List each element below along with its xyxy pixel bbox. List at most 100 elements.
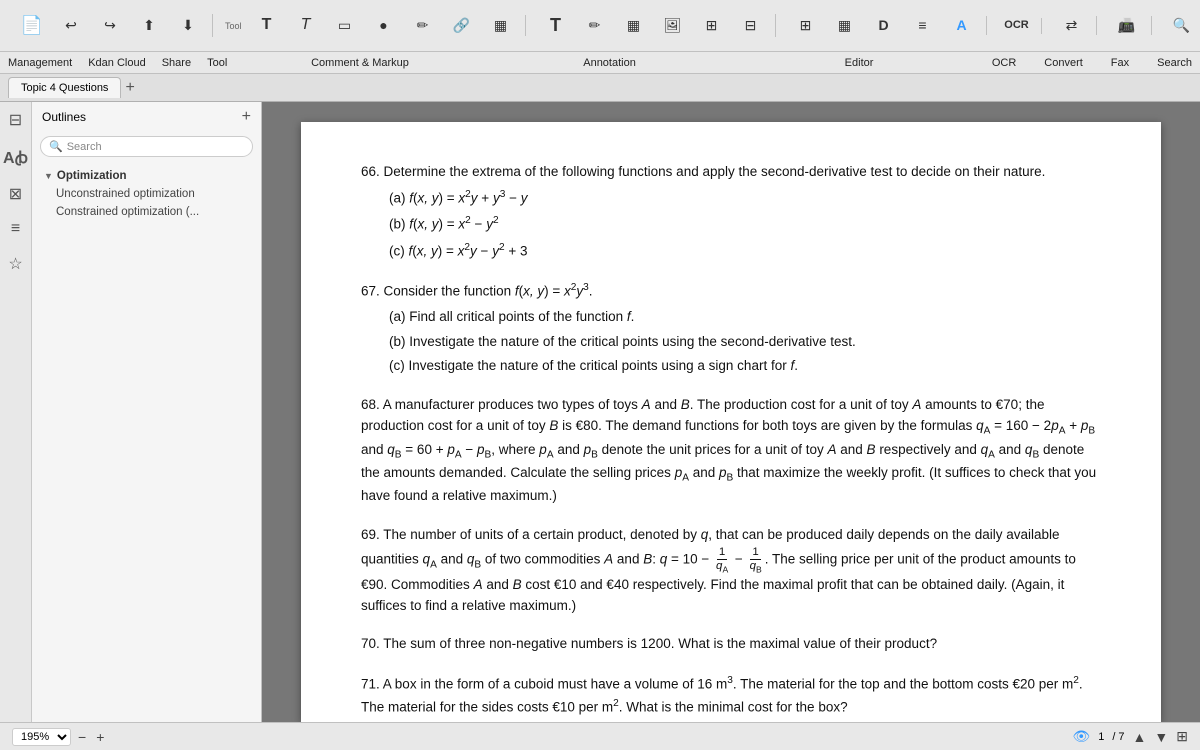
bookmark-icon[interactable]: ☆ [8,254,22,274]
annotation-table-btn[interactable]: ▦ [616,16,652,35]
problem-69-text: 69. The number of units of a certain pro… [361,525,1101,616]
text-style-btn[interactable]: T [288,15,324,36]
editor-a-btn[interactable]: A [944,16,980,35]
problem-67: 67. Consider the function f(x, y) = x2y3… [361,280,1101,377]
annotation-text-icon: T [550,16,561,34]
eye-icon[interactable]: 👁 [1072,728,1090,745]
bottom-bar: 195% 100% 150% − + 👁 1 / 7 ▲ ▼ ⊞ [0,722,1200,750]
circle-tool-icon: ● [379,18,387,32]
editor-list-btn[interactable]: ≡ [905,16,941,35]
fax-btn[interactable]: 📠 [1109,16,1145,35]
menu-tool[interactable]: Tool [207,57,227,69]
problem-67a: (a) Find all critical points of the func… [389,307,1101,328]
tree-item-optimization[interactable]: ▼ Optimization [32,167,261,185]
page-up-btn[interactable]: ▲ [1133,729,1147,745]
annotation-grid-btn[interactable]: ⊞ [694,16,730,35]
expand-btn[interactable]: ⊞ [1176,728,1188,745]
tree-item-unconstrained[interactable]: Unconstrained optimization [32,185,261,203]
undo-btn[interactable]: ↩ [53,16,89,35]
main-area: ⊟ Aꞗ ⊠ ≡ ☆ Outlines + 🔍 Search ▼ Optimiz… [0,102,1200,722]
annotation-grid2-btn[interactable]: ⊟ [733,16,769,35]
circle-tool-btn[interactable]: ● [366,16,402,35]
problem-66-text: 66. Determine the extrema of the followi… [361,162,1101,183]
toolbar-group-editor: ⊞ ▦ D ≡ A [782,16,987,35]
annotation-pen-btn[interactable]: ✏ [577,16,613,35]
editor-d-icon: D [878,18,888,32]
fax-icon: 📠 [1118,18,1135,32]
annotation-text-btn[interactable]: T [538,14,574,37]
page-down-btn[interactable]: ▼ [1154,729,1168,745]
problem-70: 70. The sum of three non-negative number… [361,634,1101,655]
tree-arrow-optimization: ▼ [44,171,53,181]
problem-68-text: 68. A manufacturer produces two types of… [361,395,1101,507]
problem-66a: (a) f(x, y) = x2y + y3 − y [389,187,1101,209]
link-tool-icon: 🔗 [453,18,470,32]
tree-label-optimization: Optimization [57,170,127,182]
menu-editor: Editor [742,57,976,69]
list-icon[interactable]: ≡ [11,220,20,238]
toolbar-group-annotation: T ✏ ▦ 🖼 ⊞ ⊟ [532,14,776,37]
sidebar-search-container[interactable]: 🔍 Search [40,136,253,157]
new-doc-btn[interactable]: 📄 [14,14,50,37]
sidebar-add-btn[interactable]: + [242,108,251,126]
menu-fax: Fax [1111,57,1129,69]
stamp-tool-btn[interactable]: ▦ [483,16,519,35]
menu-kdan-cloud[interactable]: Kdan Cloud [88,57,146,69]
tab-add-btn[interactable]: + [125,79,134,97]
problem-66c: (c) f(x, y) = x2y − y2 + 3 [389,240,1101,262]
problem-70-text: 70. The sum of three non-negative number… [361,634,1101,655]
editor-grid-icon: ⊞ [800,18,812,32]
zoom-plus-btn[interactable]: + [93,729,107,745]
page-thumbnail-icon[interactable]: ⊟ [9,110,22,130]
layout-icon[interactable]: ⊠ [9,184,22,204]
problem-66b: (b) f(x, y) = x2 − y2 [389,213,1101,235]
toolbar-group-file: 📄 ↩ ↪ ⬆ ⬇ [8,14,213,37]
page-navigation: 👁 1 / 7 ▲ ▼ ⊞ [1072,728,1188,745]
menu-share[interactable]: Share [162,57,191,69]
sidebar-icon-rail: ⊟ Aꞗ ⊠ ≡ ☆ [0,102,32,722]
toolbar-group-comment: Tool T T ▭ ● ✏ 🔗 ▦ [219,15,526,36]
toolbar-group-fax: 📠 [1103,16,1152,35]
download-btn[interactable]: ⬇ [170,16,206,35]
tree-label-constrained: Constrained optimization (... [56,206,199,218]
problem-67b: (b) Investigate the nature of the critic… [389,332,1101,353]
text-icon[interactable]: Aꞗ [3,146,28,168]
ocr-icon: OCR [1004,20,1028,31]
upload-btn[interactable]: ⬆ [131,16,167,35]
editor-grid-btn[interactable]: ⊞ [788,16,824,35]
tree-item-constrained[interactable]: Constrained optimization (... [32,203,261,221]
editor-table-icon: ▦ [838,18,851,32]
redo-btn[interactable]: ↪ [92,16,128,35]
problem-69: 69. The number of units of a certain pro… [361,525,1101,616]
shape-tool-icon: ▭ [338,18,351,32]
tree-label-unconstrained: Unconstrained optimization [56,188,195,200]
problem-68: 68. A manufacturer produces two types of… [361,395,1101,507]
zoom-select[interactable]: 195% 100% 150% [12,728,71,746]
ocr-btn[interactable]: OCR [999,18,1035,34]
link-tool-btn[interactable]: 🔗 [444,16,480,35]
search-btn[interactable]: 🔍 [1164,16,1200,35]
redo-icon: ↪ [104,18,116,32]
menu-management[interactable]: Management [8,57,72,69]
menu-comment-markup: Comment & Markup [243,57,477,69]
editor-table-btn[interactable]: ▦ [827,16,863,35]
annotation-image-btn[interactable]: 🖼 [655,16,691,35]
zoom-minus-btn[interactable]: − [75,729,89,745]
convert-btn[interactable]: ⇄ [1054,16,1090,35]
document-scroll[interactable]: 66. Determine the extrema of the followi… [262,102,1200,722]
zoom-controls: 195% 100% 150% − + [12,728,107,746]
convert-icon: ⇄ [1066,18,1078,32]
text-tool-btn[interactable]: T [249,15,285,36]
download-icon: ⬇ [182,18,194,32]
problem-71: 71. A box in the form of a cuboid must h… [361,673,1101,718]
annotation-table-icon: ▦ [627,18,640,32]
pen-tool-btn[interactable]: ✏ [405,16,441,35]
editor-d-btn[interactable]: D [866,16,902,35]
document-page: 66. Determine the extrema of the followi… [301,122,1161,722]
tab-topic4[interactable]: Topic 4 Questions [8,77,121,98]
tab-bar: Topic 4 Questions + [0,74,1200,102]
shape-tool-btn[interactable]: ▭ [327,16,363,35]
sidebar-panel: Outlines + 🔍 Search ▼ Optimization Uncon… [32,102,262,722]
stamp-tool-icon: ▦ [494,18,507,32]
page-current: 1 [1098,731,1104,743]
